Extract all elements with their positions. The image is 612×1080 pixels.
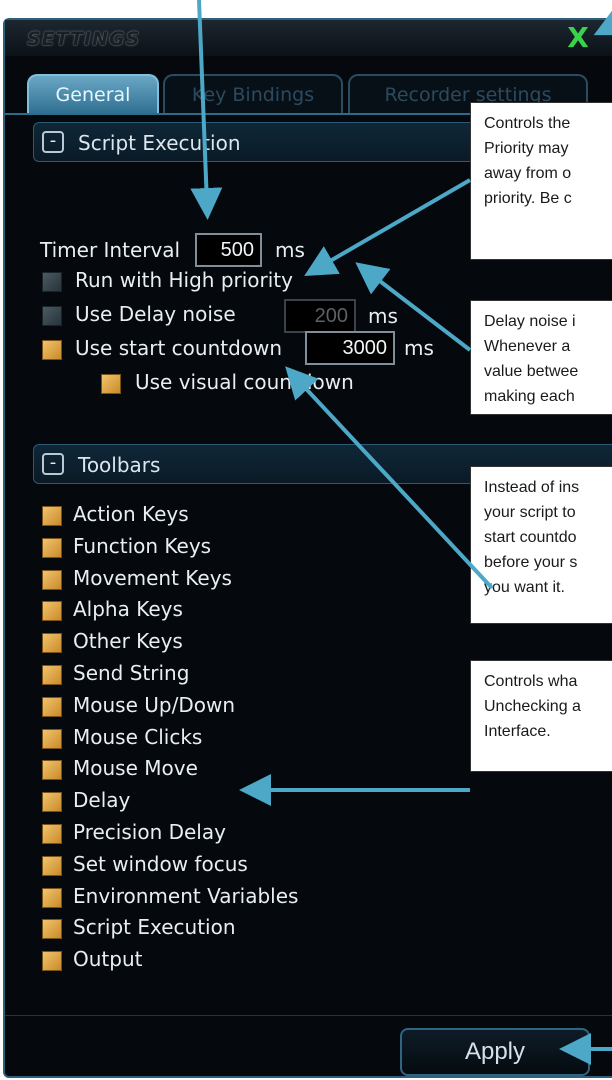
toolbar-checkbox[interactable] xyxy=(42,538,62,558)
timer-interval-label: Timer Interval xyxy=(40,238,181,262)
toolbar-label: Function Keys xyxy=(73,534,212,558)
callout-line: Controls the xyxy=(484,115,571,132)
section-title: Toolbars xyxy=(78,453,161,477)
callout-line: Priority may xyxy=(484,140,569,157)
callout-line: Delay noise i xyxy=(484,313,576,330)
collapse-icon[interactable]: - xyxy=(42,131,64,153)
start-countdown-checkbox[interactable] xyxy=(42,340,62,360)
toolbar-checkbox[interactable] xyxy=(42,570,62,590)
toolbar-checkbox[interactable] xyxy=(42,888,62,908)
delay-noise-label: Use Delay noise xyxy=(75,302,236,326)
toolbar-label: Precision Delay xyxy=(73,820,226,844)
toolbar-label: Mouse Clicks xyxy=(73,725,203,749)
toolbar-checkbox[interactable] xyxy=(42,919,62,939)
callout-countdown: Instead of ins your script to start coun… xyxy=(470,466,612,624)
start-countdown-input[interactable]: 3000 xyxy=(305,331,395,365)
tab-general[interactable]: General xyxy=(27,74,159,114)
toolbar-label: Alpha Keys xyxy=(73,597,183,621)
title-bar: SETTINGS X xyxy=(5,20,612,56)
toolbar-label: Delay xyxy=(73,788,131,812)
toolbar-label: Mouse Move xyxy=(73,756,198,780)
toolbar-checkbox[interactable] xyxy=(42,760,62,780)
toolbar-checkbox[interactable] xyxy=(42,856,62,876)
toolbar-label: Mouse Up/Down xyxy=(73,693,235,717)
toolbar-checkbox[interactable] xyxy=(42,792,62,812)
toolbar-checkbox[interactable] xyxy=(42,601,62,621)
footer-divider xyxy=(5,1015,612,1016)
callout-line: making each xyxy=(484,388,575,405)
callout-line: away from o xyxy=(484,165,572,182)
callout-line: Interface. xyxy=(484,723,551,740)
callout-line: before your s xyxy=(484,554,578,571)
toolbar-label: Environment Variables xyxy=(73,884,299,908)
delay-noise-checkbox[interactable] xyxy=(42,306,62,326)
callout-toolbars: Controls wha Unchecking a Interface. xyxy=(470,660,612,772)
callout-line: start countdo xyxy=(484,529,577,546)
timer-unit: ms xyxy=(275,238,305,262)
callout-line: priority. Be c xyxy=(484,190,572,207)
high-priority-checkbox[interactable] xyxy=(42,272,62,292)
toolbar-checkbox[interactable] xyxy=(42,633,62,653)
high-priority-label: Run with High priority xyxy=(75,268,293,292)
toolbar-checkbox[interactable] xyxy=(42,951,62,971)
toolbar-checkbox[interactable] xyxy=(42,665,62,685)
callout-line: Controls wha xyxy=(484,673,578,690)
visual-countdown-label: Use visual countdown xyxy=(135,370,354,394)
collapse-icon[interactable]: - xyxy=(42,453,64,475)
timer-interval-input[interactable]: 500 xyxy=(195,233,262,267)
callout-line: you want it. xyxy=(484,579,565,596)
window-title: SETTINGS xyxy=(27,28,141,50)
callout-priority: Controls the Priority may away from o pr… xyxy=(470,102,612,260)
section-title: Script Execution xyxy=(78,131,241,155)
toolbar-label: Send String xyxy=(73,661,190,685)
callout-line: Instead of ins xyxy=(484,479,580,496)
start-countdown-unit: ms xyxy=(404,336,434,360)
delay-noise-input[interactable]: 200 xyxy=(284,299,356,333)
toolbar-label: Movement Keys xyxy=(73,566,232,590)
toolbar-checkbox[interactable] xyxy=(42,729,62,749)
callout-line: Whenever a xyxy=(484,338,571,355)
visual-countdown-checkbox[interactable] xyxy=(101,374,121,394)
toolbar-label: Other Keys xyxy=(73,629,183,653)
toolbar-checkbox[interactable] xyxy=(42,506,62,526)
start-countdown-label: Use start countdown xyxy=(75,336,283,360)
callout-line: your script to xyxy=(484,504,576,521)
apply-button[interactable]: Apply xyxy=(400,1028,590,1076)
toolbar-checkbox[interactable] xyxy=(42,824,62,844)
delay-noise-unit: ms xyxy=(368,304,398,328)
toolbar-label: Output xyxy=(73,947,143,971)
close-icon[interactable]: X xyxy=(563,22,593,54)
callout-line: value betwee xyxy=(484,363,579,380)
tab-key-bindings[interactable]: Key Bindings xyxy=(163,74,343,114)
callout-delay-noise: Delay noise i Whenever a value betwee ma… xyxy=(470,300,612,415)
toolbar-label: Action Keys xyxy=(73,502,189,526)
toolbar-checkbox[interactable] xyxy=(42,697,62,717)
toolbar-label: Set window focus xyxy=(73,852,248,876)
callout-line: Unchecking a xyxy=(484,698,581,715)
toolbar-label: Script Execution xyxy=(73,915,236,939)
